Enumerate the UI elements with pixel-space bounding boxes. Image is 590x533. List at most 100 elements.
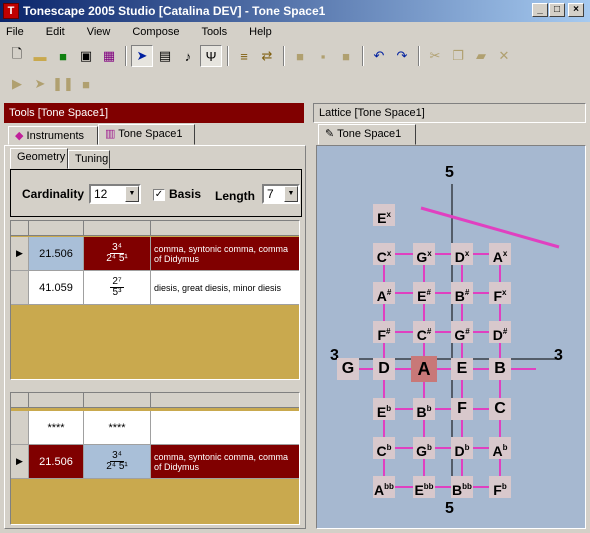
lattice-note[interactable]: E# <box>413 282 435 304</box>
lattice-note[interactable]: Fx <box>489 282 511 304</box>
note-accidental: # <box>502 327 508 336</box>
grid-icon[interactable]: ▤ <box>154 45 176 67</box>
tab-tone-space[interactable]: ▥ Tone Space1 <box>98 124 195 145</box>
table-row[interactable]: ▶ 21.506 3⁴ 2⁴ 5¹ comma, syntonic comma, … <box>11 445 299 479</box>
align-icon[interactable]: ≡ <box>233 45 255 67</box>
note-accidental: bb <box>384 482 394 491</box>
lattice-note[interactable]: Eb <box>373 398 395 420</box>
block-small-icon[interactable]: ▪ <box>312 45 334 67</box>
tab-tuning[interactable]: Tuning <box>68 150 110 169</box>
menu-compose[interactable]: Compose <box>132 26 179 38</box>
lattice-note[interactable]: Dx <box>451 243 473 265</box>
lattice-note[interactable]: Ebb <box>413 476 435 498</box>
basis-checkbox[interactable]: ✓ <box>153 189 165 201</box>
close-button[interactable]: × <box>568 3 584 17</box>
lattice-note[interactable]: F# <box>373 321 395 343</box>
minimize-button[interactable]: _ <box>532 3 548 17</box>
cents-cell[interactable]: **** <box>29 411 84 445</box>
new-file-icon[interactable]: 🗋 <box>6 45 28 67</box>
block-medium-icon[interactable]: ■ <box>335 45 357 67</box>
ratio-cell[interactable]: **** <box>84 411 151 445</box>
cents-cell[interactable]: 41.059 <box>29 271 84 305</box>
table-row[interactable]: **** **** <box>11 411 299 445</box>
copy-icon[interactable]: ❐ <box>447 45 469 67</box>
tuning-fork-icon[interactable]: Ψ <box>200 45 222 67</box>
lattice-note[interactable]: Abb <box>373 476 395 498</box>
note-accidental: x <box>386 249 392 258</box>
lattice-note[interactable]: D# <box>489 321 511 343</box>
lattice-note[interactable]: C# <box>413 321 435 343</box>
table-row[interactable]: ▶ 21.506 3⁴ 2⁴ 5¹ comma, syntonic comma, … <box>11 237 299 271</box>
menu-file[interactable]: File <box>6 26 24 38</box>
properties-icon[interactable]: ▦ <box>98 45 120 67</box>
maximize-button[interactable]: □ <box>549 3 565 17</box>
lattice-note[interactable]: B# <box>451 282 473 304</box>
cardinality-select[interactable]: 12 ▼ <box>89 184 141 204</box>
lattice-note[interactable]: Ax <box>489 243 511 265</box>
stop-icon[interactable]: ■ <box>75 73 97 95</box>
lattice-note[interactable]: C <box>489 398 511 420</box>
ratio-denominator: 2⁴ 5¹ <box>106 253 128 264</box>
lattice-note[interactable]: E <box>451 358 473 380</box>
note-accidental: x <box>502 249 508 258</box>
lattice-note[interactable]: Ex <box>373 204 395 226</box>
name-cell[interactable]: comma, syntonic comma, comma of Didymus <box>151 445 299 479</box>
lattice-note[interactable]: A <box>411 356 437 382</box>
cents-cell[interactable]: 21.506 <box>29 445 84 479</box>
note-letter: F <box>457 400 467 417</box>
lattice-note[interactable]: Bbb <box>451 476 473 498</box>
panel-splitter[interactable] <box>307 100 311 530</box>
note-letter: C <box>416 327 427 343</box>
lattice-note[interactable]: D <box>373 358 395 380</box>
name-cell[interactable] <box>151 411 299 445</box>
pause-icon[interactable]: ❚❚ <box>52 73 74 95</box>
note-icon[interactable]: ♪ <box>177 45 199 67</box>
paste-icon[interactable]: ▰ <box>470 45 492 67</box>
save-icon[interactable]: ▣ <box>75 45 97 67</box>
lattice-note[interactable]: B <box>489 358 511 380</box>
lattice-note[interactable]: Cx <box>373 243 395 265</box>
undo-icon[interactable]: ↶ <box>368 45 390 67</box>
length-select[interactable]: 7 ▼ <box>262 184 300 204</box>
play-icon[interactable]: ▶ <box>6 73 28 95</box>
redo-icon[interactable]: ↷ <box>391 45 413 67</box>
lattice-note[interactable]: Gx <box>413 243 435 265</box>
table-row[interactable]: 41.059 2⁷ 5³ diesis, great diesis, minor … <box>11 271 299 305</box>
lattice-note[interactable]: F <box>451 398 473 420</box>
name-cell[interactable]: comma, syntonic comma, comma of Didymus <box>151 237 299 271</box>
play-from-icon[interactable]: ➤ <box>29 73 51 95</box>
tab-geometry-label: Geometry <box>17 151 66 163</box>
lattice-note[interactable]: G <box>337 358 359 380</box>
lattice-note[interactable]: Db <box>451 437 473 459</box>
menu-help[interactable]: Help <box>249 26 272 38</box>
lattice-note[interactable]: Ab <box>489 437 511 459</box>
menu-tools[interactable]: Tools <box>201 26 227 38</box>
cut-icon[interactable]: ✂ <box>424 45 446 67</box>
note-accidental: b <box>386 443 392 452</box>
lattice-note[interactable]: A# <box>373 282 395 304</box>
pointer-icon[interactable]: ➤ <box>131 45 153 67</box>
lattice-note[interactable]: G# <box>451 321 473 343</box>
green-doc-icon[interactable]: ■ <box>52 45 74 67</box>
note-letter: B <box>452 482 463 498</box>
swap-icon[interactable]: ⇄ <box>256 45 278 67</box>
lattice-note[interactable]: Cb <box>373 437 395 459</box>
ratio-cell[interactable]: 2⁷ 5³ <box>84 271 151 305</box>
note-accidental: b <box>386 404 392 413</box>
delete-icon[interactable]: ✕ <box>493 45 515 67</box>
tab-instruments[interactable]: ◆ Instruments <box>8 126 98 145</box>
cents-cell[interactable]: 21.506 <box>29 237 84 271</box>
tab-lattice-tone-space[interactable]: ✎ Tone Space1 <box>318 124 416 145</box>
ratio-cell[interactable]: 3⁴ 2⁴ 5¹ <box>84 237 151 271</box>
block-large-icon[interactable]: ■ <box>289 45 311 67</box>
name-cell[interactable]: diesis, great diesis, minor diesis <box>151 271 299 305</box>
lattice-note[interactable]: Fb <box>489 476 511 498</box>
ratio-cell[interactable]: 3⁴ 2⁴ 5¹ <box>84 445 151 479</box>
lattice-note[interactable]: Gb <box>413 437 435 459</box>
lattice-canvas[interactable]: 5 5 3 3 Ex Cx Gx Dx Ax A# E# B# Fx F# C# G# D# G D A E B E… <box>316 145 586 529</box>
tab-geometry[interactable]: Geometry <box>10 148 68 169</box>
lattice-note[interactable]: Bb <box>413 398 435 420</box>
menu-view[interactable]: View <box>87 26 111 38</box>
menu-edit[interactable]: Edit <box>46 26 65 38</box>
open-folder-icon[interactable]: ▬ <box>29 45 51 67</box>
